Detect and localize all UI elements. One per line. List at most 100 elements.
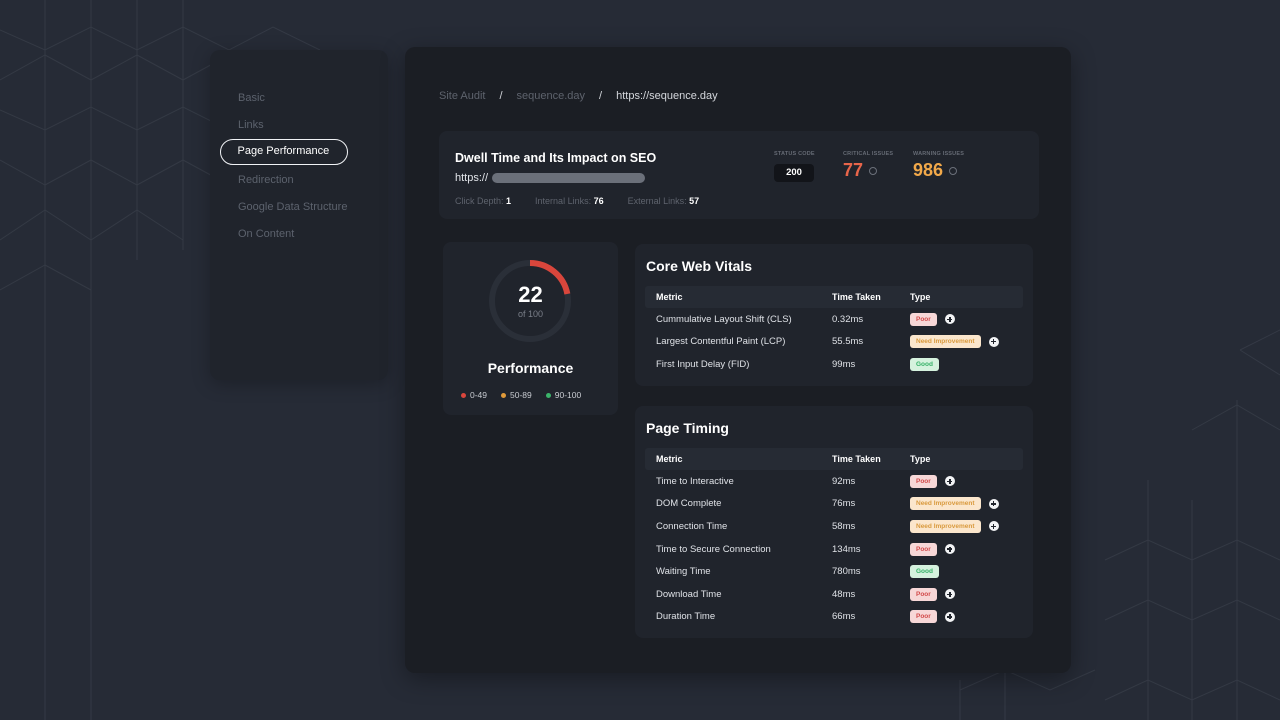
table-header: Metric Time Taken Type	[645, 448, 1023, 470]
table-row: Time to Secure Connection 134ms Poor	[645, 538, 1023, 561]
type-badge-poor: Poor	[910, 587, 937, 601]
column-header: Time Taken	[832, 292, 881, 302]
plus-circle-icon[interactable]	[944, 314, 955, 325]
legend-item: 50-89	[501, 390, 532, 400]
plus-circle-icon[interactable]	[944, 544, 955, 555]
column-header: Metric	[656, 454, 683, 464]
breadcrumb-site-audit[interactable]: Site Audit	[439, 90, 485, 102]
metric-name: Download Time	[656, 588, 722, 600]
table-row: Connection Time 58ms Need Improvement	[645, 515, 1023, 538]
legend-label: 90-100	[554, 390, 582, 400]
critical-issues-value: 77	[843, 160, 893, 181]
metric-type: Poor	[910, 587, 1023, 601]
sidebar-item-page-performance[interactable]: Page Performance	[220, 139, 348, 166]
status-code-badge: 200	[774, 164, 814, 182]
info-circle-icon[interactable]	[949, 166, 958, 175]
page-timing-title: Page Timing	[646, 420, 729, 436]
critical-issues-count: 77	[843, 160, 864, 180]
page-timing-table: Metric Time Taken Type Time to Interactive 9…	[645, 448, 1023, 628]
legend-label: 50-89	[510, 390, 532, 400]
metric-time: 92ms	[832, 475, 856, 487]
warning-issues-value: 986	[913, 160, 964, 181]
metric-time: 66ms	[832, 611, 856, 623]
breadcrumb-separator: /	[599, 90, 603, 102]
type-badge-need: Need Improvement	[910, 335, 981, 349]
type-badge-need: Need Improvement	[910, 497, 981, 511]
internal-links-value: 76	[593, 196, 604, 206]
type-badge-poor: Poor	[910, 474, 937, 488]
metric-name: Time to Interactive	[656, 475, 734, 487]
internal-links-label: Internal Links:	[535, 196, 592, 206]
metric-time: 99ms	[832, 358, 856, 370]
type-badge-poor: Poor	[910, 542, 937, 556]
critical-issues-label: CRITICAL ISSUES	[843, 151, 894, 157]
core-web-vitals-title: Core Web Vitals	[646, 258, 753, 274]
column-header: Metric	[656, 292, 683, 302]
metric-name: Connection Time	[656, 520, 728, 532]
page-timing-card: Page Timing Metric Time Taken Type Time to …	[635, 406, 1033, 638]
sidebar-item-basic[interactable]: Basic	[220, 85, 265, 111]
warning-issues-stat: WARNING ISSUES 986	[913, 151, 964, 181]
plus-circle-icon[interactable]	[944, 611, 955, 622]
column-header: Type	[910, 454, 931, 464]
sidebar-item-links[interactable]: Links	[220, 112, 264, 138]
legend-dot-icon	[545, 392, 551, 398]
metric-type: Poor	[910, 474, 1023, 488]
plus-circle-icon[interactable]	[988, 521, 999, 532]
type-badge-good: Good	[910, 357, 939, 371]
sidebar-item-redirection[interactable]: Redirection	[220, 167, 294, 193]
page-meta: Click Depth: 1 Internal Links: 76 Extern…	[455, 196, 723, 206]
legend-item: 0-49	[461, 390, 487, 400]
metric-type: Poor	[910, 542, 1023, 556]
table-row: Waiting Time 780ms Good	[645, 560, 1023, 583]
type-badge-need: Need Improvement	[910, 519, 981, 533]
breadcrumb-current-url: https://sequence.day	[616, 90, 718, 102]
external-links: External Links: 57	[628, 196, 700, 206]
metric-type: Need Improvement	[910, 519, 1023, 533]
table-header: Metric Time Taken Type	[645, 286, 1023, 308]
metric-time: 134ms	[832, 543, 861, 555]
performance-score-max: of 100	[517, 309, 544, 319]
click-depth-value: 1	[506, 196, 512, 206]
performance-title: Performance	[487, 360, 574, 376]
external-links-value: 57	[689, 196, 700, 206]
breadcrumb: Site Audit / sequence.day / https://sequ…	[439, 90, 718, 102]
performance-score: 22	[518, 282, 543, 307]
column-header: Type	[910, 292, 931, 302]
metric-name: First Input Delay (FID)	[656, 358, 750, 370]
plus-circle-icon[interactable]	[988, 336, 999, 347]
table-row: Cummulative Layout Shift (CLS) 0.32ms Poor	[645, 308, 1023, 331]
warning-issues-count: 986	[913, 160, 944, 180]
breadcrumb-domain[interactable]: sequence.day	[517, 90, 586, 102]
url-prefix: https://	[455, 172, 489, 184]
plus-circle-icon[interactable]	[944, 589, 955, 600]
info-circle-icon[interactable]	[869, 166, 878, 175]
metric-name: Waiting Time	[656, 566, 711, 578]
table-row: DOM Complete 76ms Need Improvement	[645, 493, 1023, 516]
type-badge-poor: Poor	[910, 312, 937, 326]
external-links-label: External Links:	[627, 196, 687, 206]
url-redacted-bar	[492, 173, 646, 183]
plus-circle-icon[interactable]	[988, 498, 999, 509]
sidebar-item-on-content[interactable]: On Content	[220, 221, 294, 247]
metric-time: 0.32ms	[832, 313, 864, 325]
column-header: Time Taken	[832, 454, 881, 464]
metric-type: Need Improvement	[910, 497, 1023, 511]
internal-links: Internal Links: 76	[535, 196, 604, 206]
metric-name: DOM Complete	[656, 498, 722, 510]
legend-label: 0-49	[470, 390, 488, 400]
status-code-stat: STATUS CODE 200	[774, 151, 815, 182]
metric-type: Need Improvement	[910, 335, 1023, 349]
metric-type: Poor	[910, 610, 1023, 624]
table-row: Largest Contentful Paint (LCP) 55.5ms Need…	[645, 331, 1023, 354]
plus-circle-icon[interactable]	[944, 476, 955, 487]
click-depth: Click Depth: 1	[455, 196, 511, 206]
table-row: Download Time 48ms Poor	[645, 583, 1023, 606]
legend-dot-icon	[461, 392, 466, 398]
click-depth-label: Click Depth:	[455, 196, 504, 206]
metric-name: Cummulative Layout Shift (CLS)	[656, 313, 792, 325]
metric-type: Good	[910, 565, 1023, 579]
main-panel: Site Audit / sequence.day / https://sequ…	[405, 47, 1071, 673]
sidebar-item-google-data-structure[interactable]: Google Data Structure	[220, 194, 347, 220]
metric-time: 58ms	[832, 520, 856, 532]
